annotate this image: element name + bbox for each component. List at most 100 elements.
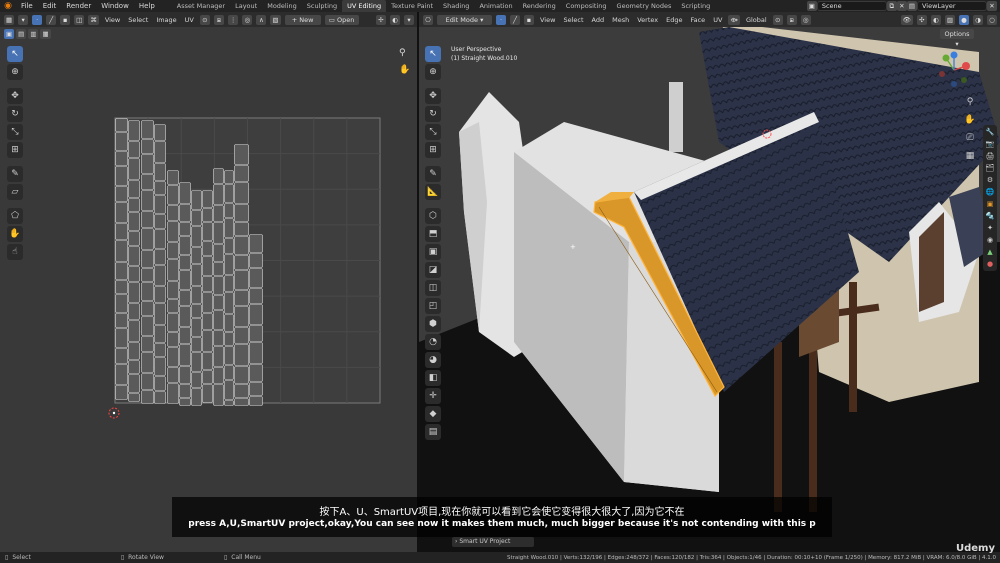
object-props-icon[interactable]: ▣: [987, 200, 994, 208]
edge-select-icon[interactable]: ╱: [46, 14, 57, 25]
menu-help[interactable]: Help: [134, 2, 160, 10]
vp-menu-uv[interactable]: UV: [711, 16, 724, 24]
vp-scale-tool-icon[interactable]: ⤡: [425, 124, 441, 140]
view-layer-props-icon[interactable]: 🗂: [986, 164, 995, 172]
uv-menu-view[interactable]: View: [103, 16, 122, 24]
tab-texture-paint[interactable]: Texture Paint: [386, 0, 438, 12]
blender-logo-icon[interactable]: ◉: [3, 1, 13, 11]
material-shading-icon[interactable]: ◑: [973, 14, 983, 25]
snap-icon[interactable]: ⧆: [213, 14, 224, 25]
select-box-mode-icon[interactable]: ▣: [4, 29, 15, 39]
scale-tool-icon[interactable]: ⤡: [7, 124, 23, 140]
loop-cut-tool-icon[interactable]: ◫: [425, 280, 441, 296]
viewport-pan-icon[interactable]: ✋: [962, 112, 978, 128]
editor-type-icon[interactable]: ▦: [4, 14, 15, 25]
uv-menu-uv[interactable]: UV: [183, 16, 196, 24]
vp-menu-mesh[interactable]: Mesh: [610, 16, 631, 24]
rotate-tool-icon[interactable]: ↻: [7, 106, 23, 122]
pivot-point-icon[interactable]: ⊙: [772, 14, 783, 25]
perspective-toggle-icon[interactable]: ▦: [962, 148, 978, 164]
vp-menu-add[interactable]: Add: [590, 16, 607, 24]
select-extend-mode-icon[interactable]: ▤: [16, 29, 27, 39]
mode-select-icon[interactable]: ▾: [18, 14, 29, 25]
viewport-scene[interactable]: +: [419, 12, 1000, 552]
camera-view-icon[interactable]: ⎚: [962, 130, 978, 146]
face-mode-icon[interactable]: ▪: [524, 14, 534, 25]
vp-transform-tool-icon[interactable]: ⊞: [425, 142, 441, 158]
vp-move-tool-icon[interactable]: ✥: [425, 88, 441, 104]
tab-uv-editing[interactable]: UV Editing: [342, 0, 387, 12]
smooth-tool-icon[interactable]: ◕: [425, 352, 441, 368]
shrink-tool-icon[interactable]: ✛: [425, 388, 441, 404]
annotate-tool-icon[interactable]: ✎: [7, 166, 23, 182]
island-select-icon[interactable]: ◫: [74, 14, 85, 25]
tab-layout[interactable]: Layout: [230, 0, 262, 12]
viewport-editor-type-icon[interactable]: ⎔: [423, 14, 433, 25]
data-props-icon[interactable]: ▲: [987, 248, 992, 256]
scene-delete-icon[interactable]: ✕: [896, 1, 907, 11]
output-props-icon[interactable]: 🖨: [986, 152, 995, 160]
menu-file[interactable]: File: [16, 2, 38, 10]
pinch-tool-icon[interactable]: ☝: [7, 244, 23, 260]
poly-build-tool-icon[interactable]: ⬢: [425, 316, 441, 332]
vp-menu-face[interactable]: Face: [688, 16, 707, 24]
vp-menu-view[interactable]: View: [538, 16, 557, 24]
tab-shading[interactable]: Shading: [438, 0, 474, 12]
vp-rotate-tool-icon[interactable]: ↻: [425, 106, 441, 122]
pivot-icon[interactable]: ⊙: [199, 14, 210, 25]
view-layer-icon[interactable]: ▤: [906, 1, 917, 11]
orientation-dropdown[interactable]: Global: [744, 16, 769, 24]
transform-orientation-icon[interactable]: ⟴: [728, 14, 740, 25]
rip-tool-icon[interactable]: ▱: [7, 184, 23, 200]
select-tool-icon[interactable]: ↖: [7, 46, 23, 62]
vertex-select-icon[interactable]: ·: [32, 14, 43, 25]
add-cube-tool-icon[interactable]: ⬡: [425, 208, 441, 224]
extrude-tool-icon[interactable]: ⬒: [425, 226, 441, 242]
uv-menu-image[interactable]: Image: [154, 16, 178, 24]
xray-icon[interactable]: ▨: [944, 14, 955, 25]
scene-name-field[interactable]: Scene: [816, 1, 887, 11]
viewport-zoom-icon[interactable]: ⚲: [962, 94, 978, 110]
particles-props-icon[interactable]: ✦: [987, 224, 993, 232]
select-subtract-mode-icon[interactable]: ▥: [28, 29, 39, 39]
vp-proportional-icon[interactable]: ◎: [800, 14, 811, 25]
vp-menu-select[interactable]: Select: [561, 16, 585, 24]
cursor-tool-icon[interactable]: ⊕: [7, 64, 23, 80]
view-layer-field[interactable]: ViewLayer: [917, 1, 987, 11]
3d-viewport[interactable]: + User Perspective (1) Straight Wood.010…: [419, 12, 1000, 552]
vp-annotate-tool-icon[interactable]: ✎: [425, 166, 441, 182]
new-image-button[interactable]: + New: [284, 14, 321, 25]
viewport-overlay-icon[interactable]: ◐: [930, 14, 941, 25]
uv-editor-area[interactable]: [0, 12, 417, 552]
menu-render[interactable]: Render: [61, 2, 96, 10]
overlay-icon[interactable]: ◐: [390, 14, 400, 25]
spin-tool-icon[interactable]: ◔: [425, 334, 441, 350]
transform-tool-icon[interactable]: ⊞: [7, 142, 23, 158]
uv-canvas[interactable]: [0, 12, 417, 552]
shear-tool-icon[interactable]: ◆: [425, 406, 441, 422]
proportional-edit-icon[interactable]: ◎: [242, 14, 253, 25]
modifier-props-icon[interactable]: 🔩: [986, 212, 995, 220]
vp-menu-vertex[interactable]: Vertex: [635, 16, 660, 24]
relax-tool-icon[interactable]: ✋: [7, 226, 23, 242]
snap-target-icon[interactable]: ⋮: [227, 14, 239, 25]
knife-tool-icon[interactable]: ◰: [425, 298, 441, 314]
select-intersect-mode-icon[interactable]: ▦: [40, 29, 51, 39]
edge-slide-tool-icon[interactable]: ◧: [425, 370, 441, 386]
tab-modeling[interactable]: Modeling: [262, 0, 302, 12]
menu-edit[interactable]: Edit: [38, 2, 62, 10]
image-browse-icon[interactable]: ▧: [270, 14, 281, 25]
tool-props-icon[interactable]: 🔧: [986, 128, 995, 136]
scene-props-icon[interactable]: ⚙: [987, 176, 993, 184]
open-image-button[interactable]: ▭ Open: [324, 14, 359, 25]
rendered-shading-icon[interactable]: ○: [987, 14, 997, 25]
vp-snap-icon[interactable]: ⧆: [786, 14, 797, 25]
pin-icon[interactable]: ✢: [376, 14, 386, 25]
grab-tool-icon[interactable]: ⬠: [7, 208, 23, 224]
vertex-mode-icon[interactable]: ·: [496, 14, 506, 25]
vp-menu-edge[interactable]: Edge: [664, 16, 684, 24]
face-select-icon[interactable]: ▪: [60, 14, 71, 25]
tab-rendering[interactable]: Rendering: [518, 0, 561, 12]
last-operator-panel[interactable]: › Smart UV Project: [452, 537, 534, 547]
solid-shading-icon[interactable]: ●: [959, 14, 969, 25]
